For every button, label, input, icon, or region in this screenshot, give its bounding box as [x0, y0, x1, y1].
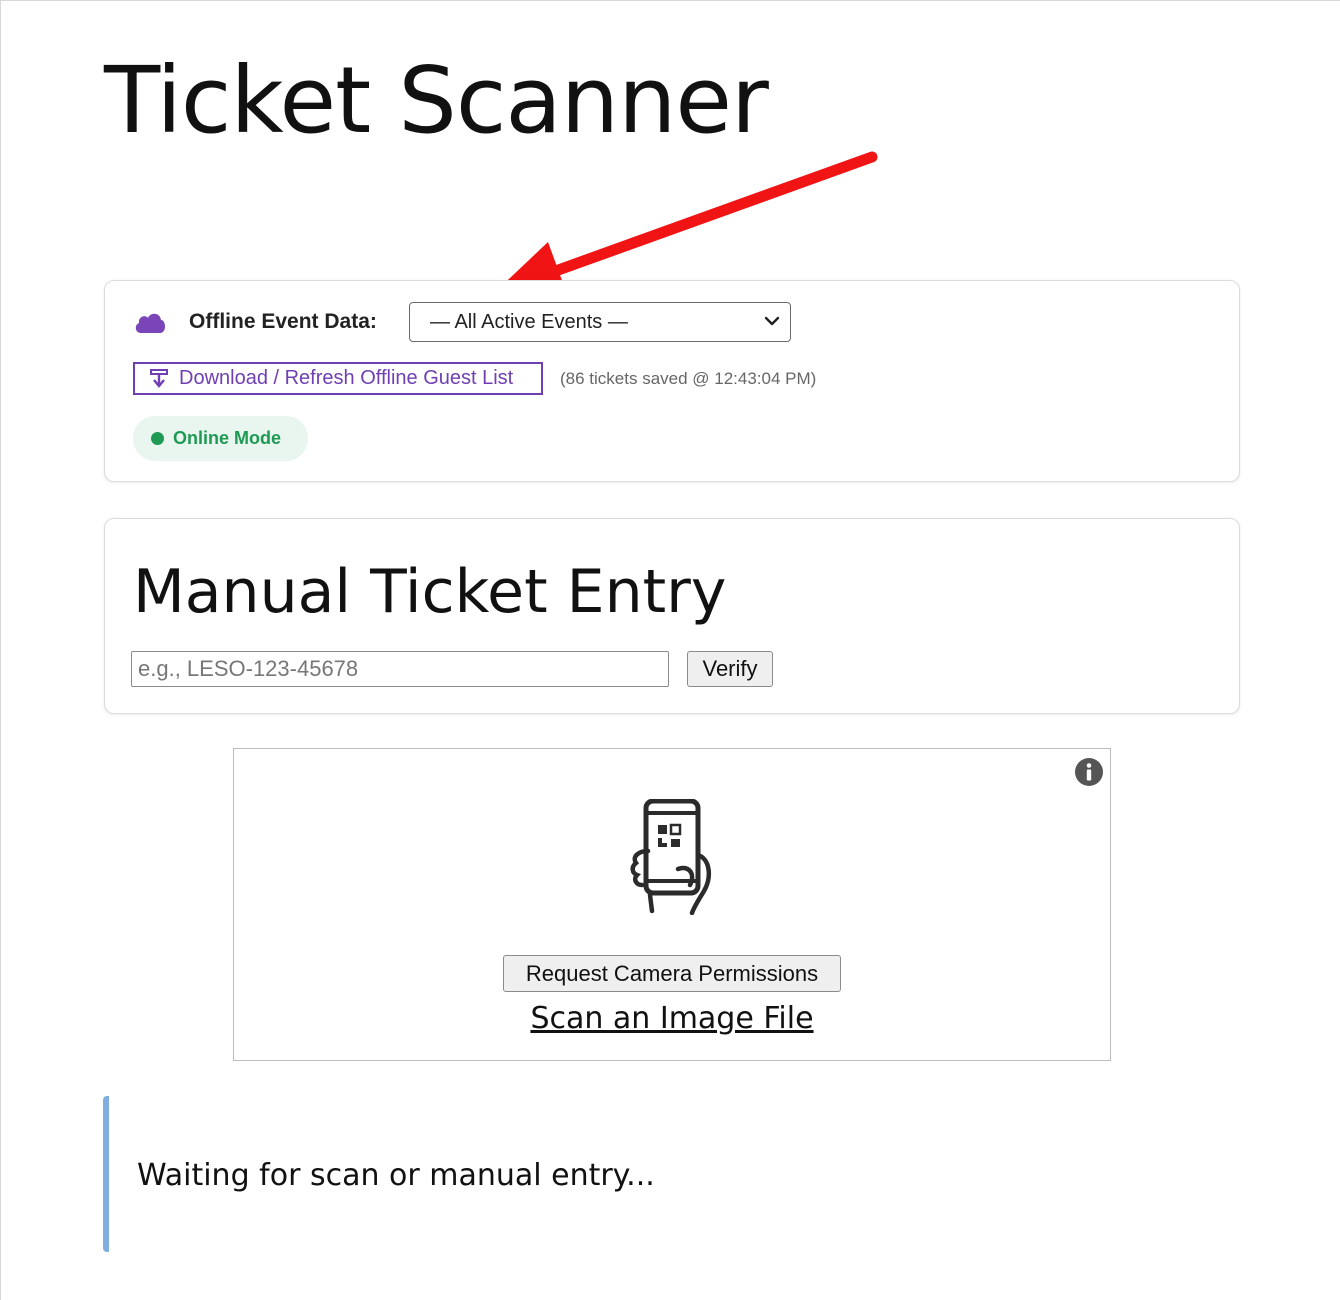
download-guest-list-button[interactable]: Download / Refresh Offline Guest List	[133, 362, 543, 395]
scan-status-text: Waiting for scan or manual entry...	[137, 1158, 655, 1193]
manual-entry-card: Manual Ticket Entry Verify	[104, 518, 1240, 714]
scan-result-panel: Waiting for scan or manual entry...	[103, 1096, 1243, 1252]
download-button-label: Download / Refresh Offline Guest List	[179, 367, 514, 389]
status-dot-icon	[151, 432, 164, 445]
offline-data-label: Offline Event Data:	[189, 310, 377, 333]
online-status-label: Online Mode	[173, 428, 281, 448]
verify-button[interactable]: Verify	[687, 651, 773, 687]
info-icon[interactable]	[1074, 757, 1104, 787]
online-status-badge: Online Mode	[133, 416, 308, 461]
event-select-value: — All Active Events —	[430, 311, 628, 333]
page-title: Ticket Scanner	[104, 47, 769, 154]
manual-entry-title: Manual Ticket Entry	[133, 557, 727, 627]
request-camera-button[interactable]: Request Camera Permissions	[503, 955, 841, 992]
scan-image-file-link[interactable]: Scan an Image File	[234, 1001, 1110, 1036]
download-icon	[150, 369, 168, 388]
cloud-icon	[135, 313, 165, 333]
offline-data-card: Offline Event Data: — All Active Events …	[104, 280, 1240, 482]
qr-scanner-region: Request Camera Permissions Scan an Image…	[233, 748, 1111, 1061]
event-select[interactable]: — All Active Events —	[409, 302, 791, 342]
ticket-number-input[interactable]	[131, 651, 669, 687]
saved-tickets-info: (86 tickets saved @ 12:43:04 PM)	[560, 369, 817, 388]
phone-qr-icon	[630, 799, 712, 915]
chevron-down-icon	[764, 316, 780, 326]
